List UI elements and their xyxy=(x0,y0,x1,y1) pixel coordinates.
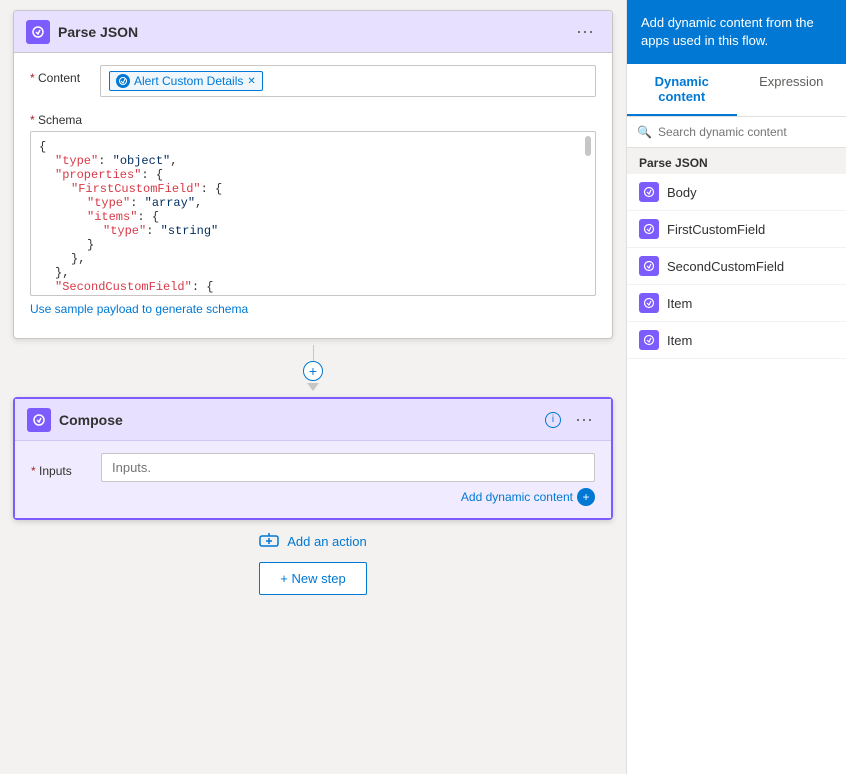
connector-1: + xyxy=(303,345,323,391)
scroll-thumb xyxy=(585,136,591,156)
compose-title: Compose xyxy=(59,412,123,428)
connector-plus-button[interactable]: + xyxy=(303,361,323,381)
compose-header-actions: i ··· xyxy=(545,407,599,432)
item2-label: Item xyxy=(667,333,692,348)
firstcustomfield-item-icon xyxy=(639,219,659,239)
dynamic-items-list: Body FirstCustomField SecondCustomField xyxy=(627,174,846,359)
inputs-text-input[interactable] xyxy=(101,453,595,482)
tab-dynamic-content[interactable]: Dynamic content xyxy=(627,64,737,116)
body-item-icon xyxy=(639,182,659,202)
inputs-label: Inputs xyxy=(31,458,101,478)
search-dynamic-input[interactable] xyxy=(658,125,836,139)
panel-header-text: Add dynamic content from the apps used i… xyxy=(641,15,814,48)
inputs-row: Inputs xyxy=(31,453,595,482)
right-panel: Add dynamic content from the apps used i… xyxy=(626,0,846,774)
firstcustomfield-item-label: FirstCustomField xyxy=(667,222,765,237)
item1-label: Item xyxy=(667,296,692,311)
panel-header: Add dynamic content from the apps used i… xyxy=(627,0,846,64)
schema-row: Schema { "type": "object", "properties":… xyxy=(30,107,596,316)
tag-text: Alert Custom Details xyxy=(134,74,243,88)
panel-tabs: Dynamic content Expression xyxy=(627,64,846,117)
parse-json-menu-button[interactable]: ··· xyxy=(570,19,600,44)
item1-icon xyxy=(639,293,659,313)
content-row: Content Alert Custom Details ✕ xyxy=(30,65,596,97)
dynamic-item-body[interactable]: Body xyxy=(627,174,846,211)
main-canvas: Parse JSON ··· Content Alert Cust xyxy=(0,0,626,774)
schema-label: Schema xyxy=(30,107,100,131)
content-label: Content xyxy=(30,65,100,85)
dynamic-item-firstcustomfield[interactable]: FirstCustomField xyxy=(627,211,846,248)
secondcustomfield-item-label: SecondCustomField xyxy=(667,259,784,274)
compose-card: Compose i ··· Inputs Add dynamic content… xyxy=(13,397,613,520)
item2-icon xyxy=(639,330,659,350)
compose-header: Compose i ··· xyxy=(15,399,611,441)
add-dynamic-row: Add dynamic content + xyxy=(31,488,595,506)
add-action-row[interactable]: Add an action xyxy=(259,532,367,550)
parse-json-body: Content Alert Custom Details ✕ xyxy=(14,53,612,338)
alert-custom-details-tag: Alert Custom Details ✕ xyxy=(109,71,263,91)
schema-link[interactable]: Use sample payload to generate schema xyxy=(30,302,248,316)
content-tag-input[interactable]: Alert Custom Details ✕ xyxy=(100,65,596,97)
tag-close-button[interactable]: ✕ xyxy=(247,76,255,87)
dynamic-item-item-1[interactable]: Item xyxy=(627,285,846,322)
add-dynamic-plus-button[interactable]: + xyxy=(577,488,595,506)
parse-json-header-left: Parse JSON xyxy=(26,20,138,44)
schema-container: { "type": "object", "properties": { "Fir… xyxy=(30,131,596,296)
parse-json-icon xyxy=(26,20,50,44)
connector-line-top xyxy=(313,345,314,361)
compose-body: Inputs Add dynamic content + xyxy=(15,441,611,518)
parse-json-card: Parse JSON ··· Content Alert Cust xyxy=(13,10,613,339)
add-action-label: Add an action xyxy=(287,534,367,549)
search-box: 🔍 xyxy=(627,117,846,148)
dynamic-item-secondcustomfield[interactable]: SecondCustomField xyxy=(627,248,846,285)
parse-json-header: Parse JSON ··· xyxy=(14,11,612,53)
add-dynamic-content-link[interactable]: Add dynamic content xyxy=(461,490,573,504)
compose-info-button[interactable]: i xyxy=(545,412,561,428)
schema-editor[interactable]: { "type": "object", "properties": { "Fir… xyxy=(30,131,596,296)
new-step-label: + New step xyxy=(280,571,345,586)
schema-scrollbar[interactable] xyxy=(583,132,593,295)
compose-header-left: Compose xyxy=(27,408,123,432)
new-step-button[interactable]: + New step xyxy=(259,562,366,595)
tab-expression[interactable]: Expression xyxy=(737,64,846,116)
tag-icon xyxy=(116,74,130,88)
connector-arrow xyxy=(307,383,319,391)
parse-json-title: Parse JSON xyxy=(58,24,138,40)
compose-icon xyxy=(27,408,51,432)
search-icon: 🔍 xyxy=(637,125,652,139)
compose-menu-button[interactable]: ··· xyxy=(569,407,599,432)
body-item-label: Body xyxy=(667,185,697,200)
secondcustomfield-item-icon xyxy=(639,256,659,276)
add-action-icon xyxy=(259,532,279,550)
section-label: Parse JSON xyxy=(627,148,846,174)
dynamic-item-item-2[interactable]: Item xyxy=(627,322,846,359)
